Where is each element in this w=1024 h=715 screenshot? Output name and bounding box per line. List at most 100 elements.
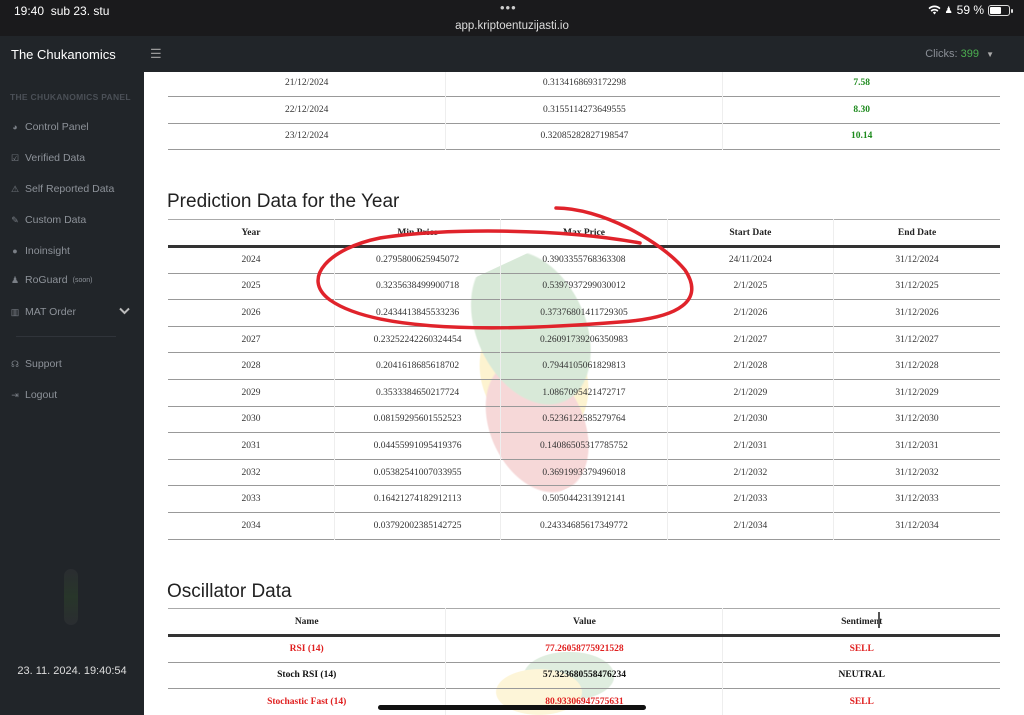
column-header: Min Price [334,219,502,247]
sidebar-clock: 23. 11. 2024. 19:40:54 [17,665,127,677]
end-cell: 31/12/2029 [895,387,939,398]
table-row: 22/12/2024 0.3155114273649555 8.30 [168,96,1000,123]
sidebar-item-inoinsight[interactable]: ● Inoinsight [10,245,70,257]
table-row: 2027 0.23252242260324454 0.260917392063509… [168,326,1000,353]
min-cell: 0.08159295601552523 [334,406,502,433]
sentiment-cell: SELL [849,644,874,655]
table-row: 2025 0.3235638499900718 0.5397937299030012… [168,273,1000,300]
status-time-date: 19:40 sub 23. stu [14,4,110,18]
dashboard-icon: ◕ [12,122,18,132]
chevron-down-icon[interactable] [119,307,130,318]
year-cell: 2031 [168,432,335,460]
change-cell: 10.14 [851,131,873,142]
max-cell: 0.7944105061829813 [500,352,668,380]
year-cell: 2025 [168,273,335,300]
sidebar-item-verified-data[interactable]: ☑ Verified Data [10,152,85,164]
user-shield-icon: ♟ [10,274,20,285]
sentiment-cell: NEUTRAL [838,670,885,681]
price-cell: 0.3155114273649555 [445,96,724,123]
soon-badge: (soon) [72,276,93,284]
max-cell: 0.5050442313912141 [500,485,668,513]
sidebar-item-label: RoGuard [25,274,68,286]
year-cell: 2033 [168,485,335,513]
min-cell: 0.2041618685618702 [334,352,502,380]
info-icon: ● [12,246,18,256]
start-cell: 2/1/2030 [667,406,835,433]
end-cell: 31/12/2031 [895,440,939,451]
date-cell: 22/12/2024 [168,96,447,123]
table-row: 2034 0.03792002385142725 0.243346856173497… [168,512,1000,540]
sidebar-item-self-reported-data[interactable]: ⚠ Self Reported Data [10,183,114,195]
column-header: Name [168,608,447,636]
sidebar: THE CHUKANOMICS PANEL ◕ Control Panel ☑ … [0,72,144,715]
address-bar-url[interactable]: app.kriptoentuzijasti.io [0,20,1024,32]
logo-icon [64,569,78,625]
end-cell: 31/12/2033 [895,494,939,505]
max-cell: 0.5236122585279764 [500,406,668,433]
max-cell: 1.0867095421472717 [500,379,668,407]
table-row: 2026 0.2434413845533236 0.3737680141172930… [168,299,1000,327]
min-cell: 0.3235638499900718 [334,273,502,300]
table-header-row: Year Min Price Max Price Start Date End Date [168,219,1000,247]
table-row: 2028 0.2041618685618702 0.7944105061829813… [168,352,1000,380]
sidebar-item-roguard[interactable]: ♟ RoGuard (soon) [10,274,93,286]
sidebar-item-logout[interactable]: ⇥ Logout [10,389,57,401]
column-header: Start Date [667,219,835,247]
daily-price-table: 21/12/2024 0.3134168693172298 7.58 22/12/20… [168,72,1000,150]
max-cell: 0.37376801411729305 [500,299,668,327]
table-row: 23/12/2024 0.32085282827198547 10.14 [168,123,1000,150]
sentiment-cell: SELL [849,696,874,707]
caret-down-icon: ▼ [986,50,994,59]
table-row: 2032 0.05382541007033955 0.369199337949601… [168,459,1000,486]
clicks-value: 399 [960,48,980,60]
prediction-table: Year Min Price Max Price Start Date End Date… [168,219,1000,540]
more-dots-icon[interactable]: ••• [500,0,517,15]
sidebar-item-label: Inoinsight [25,245,70,257]
sidebar-item-label: Control Panel [25,121,89,133]
sidebar-item-label: Custom Data [25,214,87,226]
ios-status-bar: 19:40 sub 23. stu ••• app.kriptoentuzija… [0,0,1024,36]
table-row: Stochastic Fast (14) 80.93306947575631 SEL… [168,688,1000,715]
year-cell: 2030 [168,406,335,433]
value-cell: 80.93306947575631 [445,688,724,715]
sidebar-item-mat-order[interactable]: ▥ MAT Order [10,306,138,318]
change-cell: 8.30 [853,104,871,115]
min-cell: 0.03792002385142725 [334,512,502,540]
max-cell: 0.5397937299030012 [500,273,668,300]
year-cell: 2024 [168,246,335,274]
end-cell: 31/12/2034 [895,520,939,531]
min-cell: 0.04455991095419376 [334,432,502,460]
column-header: Sentiment [722,608,1000,636]
table-row: 2024 0.2795800625945072 0.3903355768363308… [168,246,1000,274]
start-cell: 2/1/2026 [667,299,835,327]
name-cell: RSI (14) [168,635,447,662]
sidebar-item-custom-data[interactable]: ✎ Custom Data [10,214,86,226]
column-header: Value [445,608,724,636]
change-cell: 7.58 [853,78,871,88]
checkbox-icon: ☑ [10,152,20,163]
max-cell: 0.14086505317785752 [500,432,668,460]
max-cell: 0.26091739206350983 [500,326,668,353]
brand-title[interactable]: The Chukanomics [11,47,116,62]
sidebar-item-support[interactable]: ☊ Support [10,358,62,370]
table-row: 2031 0.04455991095419376 0.140865053177857… [168,432,1000,460]
start-cell: 2/1/2033 [667,485,835,513]
min-cell: 0.16421274182912113 [334,485,502,513]
table-row: 21/12/2024 0.3134168693172298 7.58 [168,72,1000,97]
top-navbar: The Chukanomics ☰ Clicks: 399 ▼ [0,36,1024,72]
status-indicators: ♟ 59 % [928,3,1013,17]
sidebar-item-control-panel[interactable]: ◕ Control Panel [10,121,89,133]
year-cell: 2029 [168,379,335,407]
home-indicator[interactable] [378,705,646,710]
clicks-dropdown[interactable]: Clicks: 399 ▼ [925,48,994,60]
start-cell: 2/1/2031 [667,432,835,460]
end-cell: 31/12/2028 [895,361,939,372]
battery-level-fill [990,6,1001,14]
menu-toggle-icon[interactable]: ☰ [150,46,162,62]
start-cell: 2/1/2032 [667,459,835,486]
text-cursor [878,612,880,628]
start-cell: 2/1/2027 [667,326,835,353]
oscillator-title: Oscillator Data [167,581,292,602]
warning-icon: ⚠ [10,183,20,194]
end-cell: 31/12/2026 [895,307,939,318]
